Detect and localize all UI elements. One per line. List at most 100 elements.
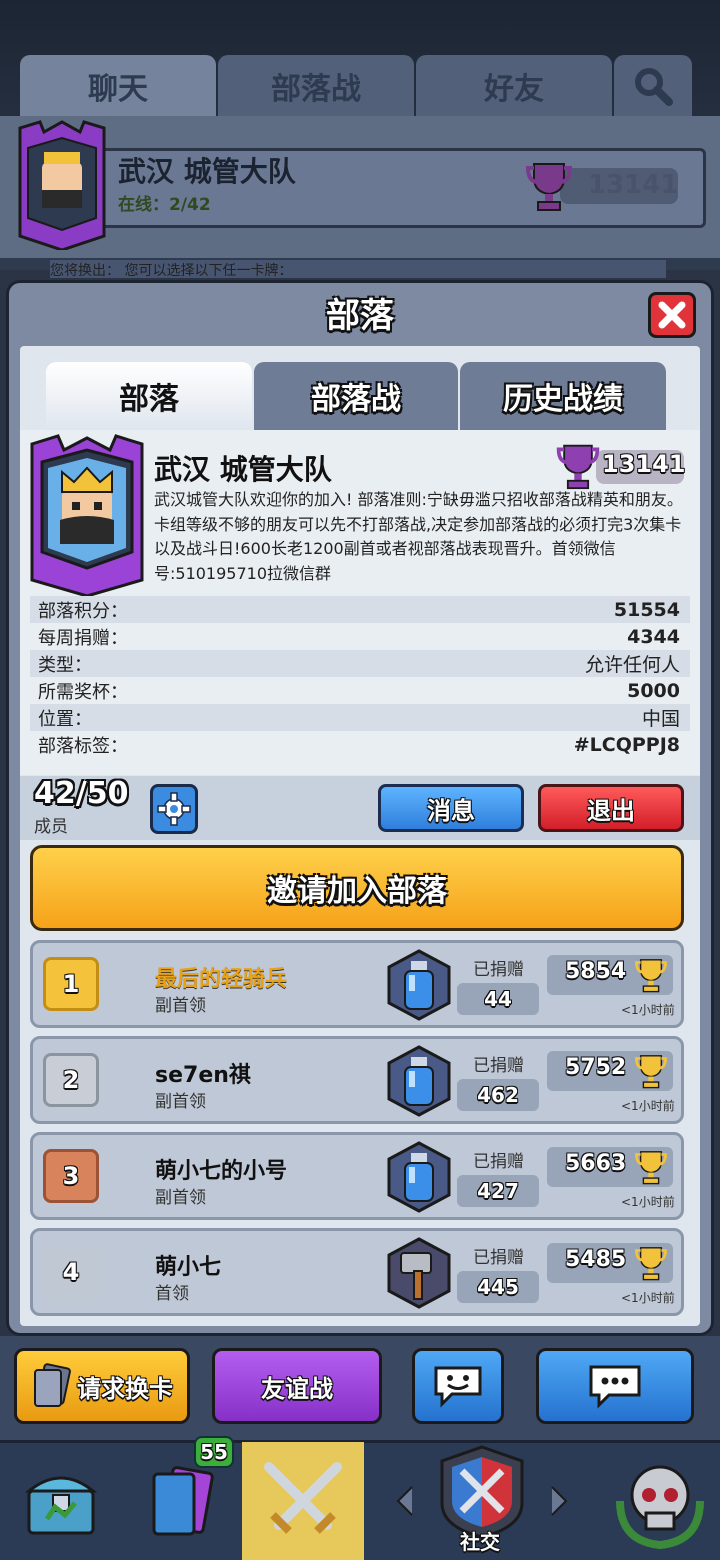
donated-label: 已捐赠: [473, 1152, 524, 1172]
stat-value: #LCQPPJ8: [573, 733, 680, 756]
nav-social-label: 社交: [460, 1530, 500, 1554]
stat-row-clan-score: 部落积分： 51554: [30, 596, 690, 623]
close-button[interactable]: [648, 292, 696, 338]
donated-count: 44: [457, 983, 539, 1015]
cards-badge: 55: [194, 1436, 234, 1468]
cards-icon: [152, 1466, 214, 1536]
tab-clan-war[interactable]: 部落战: [254, 362, 458, 430]
emote-button[interactable]: [412, 1348, 504, 1424]
clan-shield-icon: [440, 1445, 524, 1539]
chat-button[interactable]: [536, 1348, 694, 1424]
rank-badge: 3: [43, 1149, 99, 1203]
rank-badge: 4: [43, 1245, 99, 1299]
stat-label: 类型：: [38, 654, 92, 676]
elixir-bottle-icon: [387, 1141, 451, 1213]
member-name: 最后的轻骑兵: [155, 967, 288, 992]
top-online-count: 在线：2/42: [118, 195, 211, 215]
stat-label: 每周捐赠：: [38, 627, 128, 649]
top-tab-chat[interactable]: 聊天: [20, 55, 216, 117]
trophy-icon: [635, 1055, 667, 1089]
cards-icon: [34, 1363, 71, 1407]
trophy-icon: [556, 444, 600, 490]
top-trophy-icon: [526, 163, 572, 211]
stat-row-clan-tag: 部落标签： #LCQPPJ8: [30, 731, 690, 758]
last-seen: <1小时前: [621, 1099, 675, 1113]
member-label: 成员: [34, 817, 68, 837]
rank-badge: 2: [43, 1053, 99, 1107]
modal-title: 部落: [326, 296, 394, 336]
clan-description: 武汉城管大队欢迎你的加入! 部落准则:宁缺毋滥只招收部落战精英和朋友。卡组等级不…: [154, 490, 683, 583]
request-card-label: 请求换卡: [77, 1374, 173, 1403]
donated-count: 462: [457, 1079, 539, 1111]
rank-badge: 1: [43, 957, 99, 1011]
member-trophies: 5854: [565, 959, 627, 984]
donated-label: 已捐赠: [473, 1056, 524, 1076]
stat-value: 51554: [613, 598, 680, 621]
member-row-3[interactable]: 3 萌小七的小号 副首领 已捐赠 427 5663 <1小时前: [30, 1132, 684, 1220]
last-seen: <1小时前: [621, 1291, 675, 1305]
stat-value: 5000: [627, 679, 680, 702]
member-trophies: 5485: [565, 1247, 627, 1272]
stat-label: 位置：: [38, 708, 92, 730]
skull-icon: [616, 1465, 704, 1550]
last-seen: <1小时前: [621, 1195, 675, 1209]
member-trophies: 5663: [565, 1151, 627, 1176]
chevron-left-icon: [396, 1486, 413, 1516]
top-clan-name: 武汉 城管大队: [118, 155, 296, 188]
member-row-2[interactable]: 2 se7en祺 副首领 已捐赠 462 5752 <1小时前: [30, 1036, 684, 1124]
donated-count: 445: [457, 1271, 539, 1303]
clan-badge-icon: [30, 434, 144, 596]
stat-row-weekly-donations: 每周捐赠： 4344: [30, 623, 690, 650]
trophy-icon: [635, 959, 667, 993]
request-card-button[interactable]: 请求换卡: [14, 1348, 190, 1424]
leave-button[interactable]: 退出: [538, 784, 684, 832]
stat-label: 部落标签：: [38, 735, 128, 757]
top-strip-text: 您将换出： 您可以选择以下任一卡牌：: [50, 260, 666, 278]
chat-bubble-icon: [589, 1365, 641, 1409]
chevron-right-icon: [551, 1486, 568, 1516]
friendly-battle-button[interactable]: 友谊战: [212, 1348, 382, 1424]
message-button[interactable]: 消息: [378, 784, 524, 832]
member-role: 副首领: [155, 1188, 206, 1208]
member-count: 42/50: [34, 776, 129, 811]
member-role: 副首领: [155, 1092, 206, 1112]
trophy-icon: [635, 1247, 667, 1281]
member-name: se7en祺: [155, 1063, 251, 1088]
crossed-swords-icon: [264, 1462, 342, 1534]
settings-button[interactable]: [150, 784, 198, 834]
stat-row-required-trophies: 所需奖杯： 5000: [30, 677, 690, 704]
stat-value: 中国: [641, 708, 680, 730]
top-trophy-count: 13141: [588, 170, 679, 200]
stat-row-location: 位置： 中国: [30, 704, 690, 731]
stat-label: 部落积分：: [38, 600, 128, 622]
member-name: 萌小七: [155, 1255, 222, 1280]
member-role: 副首领: [155, 996, 206, 1016]
invite-button[interactable]: 邀请加入部落: [30, 845, 684, 931]
hammer-icon: [387, 1237, 451, 1309]
stat-value: 允许任何人: [584, 654, 680, 676]
stat-row-type: 类型： 允许任何人: [30, 650, 690, 677]
emote-icon: [434, 1366, 482, 1408]
elixir-bottle-icon: [387, 949, 451, 1021]
member-row-4[interactable]: 4 萌小七 首领 已捐赠 445 5485 <1小时前: [30, 1228, 684, 1316]
tab-clan[interactable]: 部落: [46, 362, 252, 430]
donated-label: 已捐赠: [473, 1248, 524, 1268]
last-seen: <1小时前: [621, 1003, 675, 1017]
clan-name: 武汉 城管大队: [154, 453, 332, 486]
member-role: 首领: [155, 1284, 189, 1304]
top-tab-friends[interactable]: 好友: [416, 55, 612, 117]
trophy-icon: [635, 1151, 667, 1185]
nav-battle[interactable]: [242, 1442, 364, 1560]
nav-shop[interactable]: [0, 1442, 122, 1560]
close-icon: [658, 301, 686, 329]
nav-events[interactable]: [600, 1442, 720, 1560]
chest-icon: [24, 1476, 98, 1535]
top-tab-search[interactable]: [614, 55, 692, 117]
gear-icon: [157, 792, 191, 826]
donated-count: 427: [457, 1175, 539, 1207]
stat-value: 4344: [627, 625, 680, 648]
top-tab-clan-war[interactable]: 部落战: [218, 55, 414, 117]
tab-history[interactable]: 历史战绩: [460, 362, 666, 430]
member-row-1[interactable]: 1 最后的轻骑兵 副首领 已捐赠 44 5854 <1小时前: [30, 940, 684, 1028]
member-name: 萌小七的小号: [155, 1159, 288, 1184]
